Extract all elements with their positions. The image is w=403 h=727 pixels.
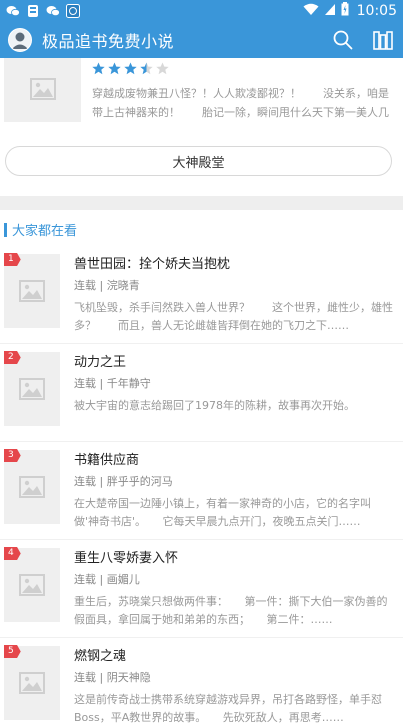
book-meta: 连载 | 阴天神隐 — [74, 671, 151, 684]
book-list: 1 兽世田园：拴个娇夫当抱枕 连载 | 浣晓青 飞机坠毁，杀手闫然跌入兽人世界？… — [0, 246, 403, 727]
image-placeholder-icon — [29, 78, 56, 100]
battery-icon — [341, 2, 349, 20]
notification-icons — [6, 4, 80, 18]
image-placeholder-icon — [19, 672, 45, 694]
book-description: 这是前传奇战士携带系统穿越游戏异界，吊打各路野怪，单手怼Boss，平A教世界的故… — [74, 693, 382, 724]
star-icon — [156, 62, 169, 75]
book-title: 动力之王 — [74, 355, 127, 370]
section-accent-bar — [4, 222, 7, 237]
book-status: 连载 — [74, 377, 96, 390]
avatar[interactable] — [8, 28, 32, 52]
book-author: 千年静守 — [106, 377, 151, 390]
book-description: 在大楚帝国一边陲小镇上，有着一家神奇的小店，它的名字叫做'神奇书店'。 它每天早… — [74, 497, 371, 528]
book-meta: 连载 | 千年静守 — [74, 377, 151, 390]
book-title: 燃钢之魂 — [74, 649, 127, 664]
image-placeholder-icon — [19, 476, 45, 498]
book-status: 连载 — [74, 279, 96, 292]
image-placeholder-icon — [19, 280, 45, 302]
book-meta: 连载 | 浣晓青 — [74, 279, 140, 292]
qq-icon — [26, 4, 40, 18]
list-item[interactable]: 2 动力之王 连载 | 千年静守 被大宇宙的意志给踢回了1978年的陈耕，故事再… — [0, 344, 403, 442]
rating-stars — [92, 62, 392, 76]
status-bar: 10:05 — [0, 0, 403, 22]
book-author: 胖乎乎的河马 — [106, 475, 173, 488]
book-title: 书籍供应商 — [74, 453, 140, 468]
book-description: 被大宇宙的意志给踢回了1978年的陈耕，故事再次开始。 — [74, 399, 355, 412]
book-description: 重生后，苏晓棠只想做两件事： 第一件：撕下大伯一家伪善的假面具，拿回属于她和弟弟… — [74, 595, 388, 626]
section-title: 大家都在看 — [12, 224, 78, 239]
book-title: 重生八零娇妻入怀 — [74, 551, 179, 566]
master-hall-button[interactable]: 大神殿堂 — [5, 146, 392, 176]
book-status: 连载 — [74, 573, 96, 586]
list-item[interactable]: 3 书籍供应商 连载 | 胖乎乎的河马 在大楚帝国一边陲小镇上，有着一家神奇的小… — [0, 442, 403, 540]
content-scroll-area[interactable]: 穿越成废物兼丑八怪？！人人欺凌鄙视？！ 没关系，咱是带上古神器来的！ 胎记一除，… — [0, 58, 403, 727]
image-placeholder-icon — [19, 574, 45, 596]
star-icon — [140, 62, 153, 75]
image-placeholder-icon — [19, 378, 45, 400]
book-description: 飞机坠毁，杀手闫然跌入兽人世界？ 这个世界，雌性少，雄性多？ 而且，兽人无论雌雄… — [74, 301, 393, 332]
list-item[interactable]: 5 燃钢之魂 连载 | 阴天神隐 这是前传奇战士携带系统穿越游戏异界，吊打各路野… — [0, 638, 403, 727]
list-item[interactable]: 4 重生八零娇妻入怀 连载 | 画媚儿 重生后，苏晓棠只想做两件事： 第一件：撕… — [0, 540, 403, 638]
wechat-icon — [6, 4, 20, 18]
book-author: 画媚儿 — [106, 573, 140, 586]
featured-book[interactable]: 穿越成废物兼丑八怪？！人人欺凌鄙视？！ 没关系，咱是带上古神器来的！ 胎记一除，… — [0, 58, 403, 128]
list-item[interactable]: 1 兽世田园：拴个娇夫当抱枕 连载 | 浣晓青 飞机坠毁，杀手闫然跌入兽人世界？… — [0, 246, 403, 344]
star-icon — [108, 62, 121, 75]
book-description: 穿越成废物兼丑八怪？！人人欺凌鄙视？！ 没关系，咱是带上古神器来的！ 胎记一除，… — [92, 87, 389, 119]
app-title: 极品追书免费小说 — [42, 32, 175, 51]
search-icon[interactable] — [331, 28, 355, 52]
wechat-icon — [46, 4, 60, 18]
app-bar: 极品追书免费小说 — [0, 22, 403, 58]
app-icon — [66, 4, 80, 18]
signal-icon — [324, 3, 336, 20]
book-title: 兽世田园：拴个娇夫当抱枕 — [74, 257, 231, 272]
book-author: 浣晓青 — [106, 279, 140, 292]
clock: 10:05 — [356, 3, 397, 19]
star-icon — [124, 62, 137, 75]
book-meta: 连载 | 画媚儿 — [74, 573, 140, 586]
section-header: 大家都在看 — [4, 220, 77, 239]
divider — [0, 196, 403, 210]
book-author: 阴天神隐 — [106, 671, 151, 684]
star-icon — [92, 62, 105, 75]
book-status: 连载 — [74, 475, 96, 488]
book-status: 连载 — [74, 671, 96, 684]
book-cover — [4, 58, 81, 122]
bookshelf-icon[interactable] — [371, 28, 395, 52]
book-meta: 连载 | 胖乎乎的河马 — [74, 475, 173, 488]
wifi-icon — [303, 3, 319, 20]
